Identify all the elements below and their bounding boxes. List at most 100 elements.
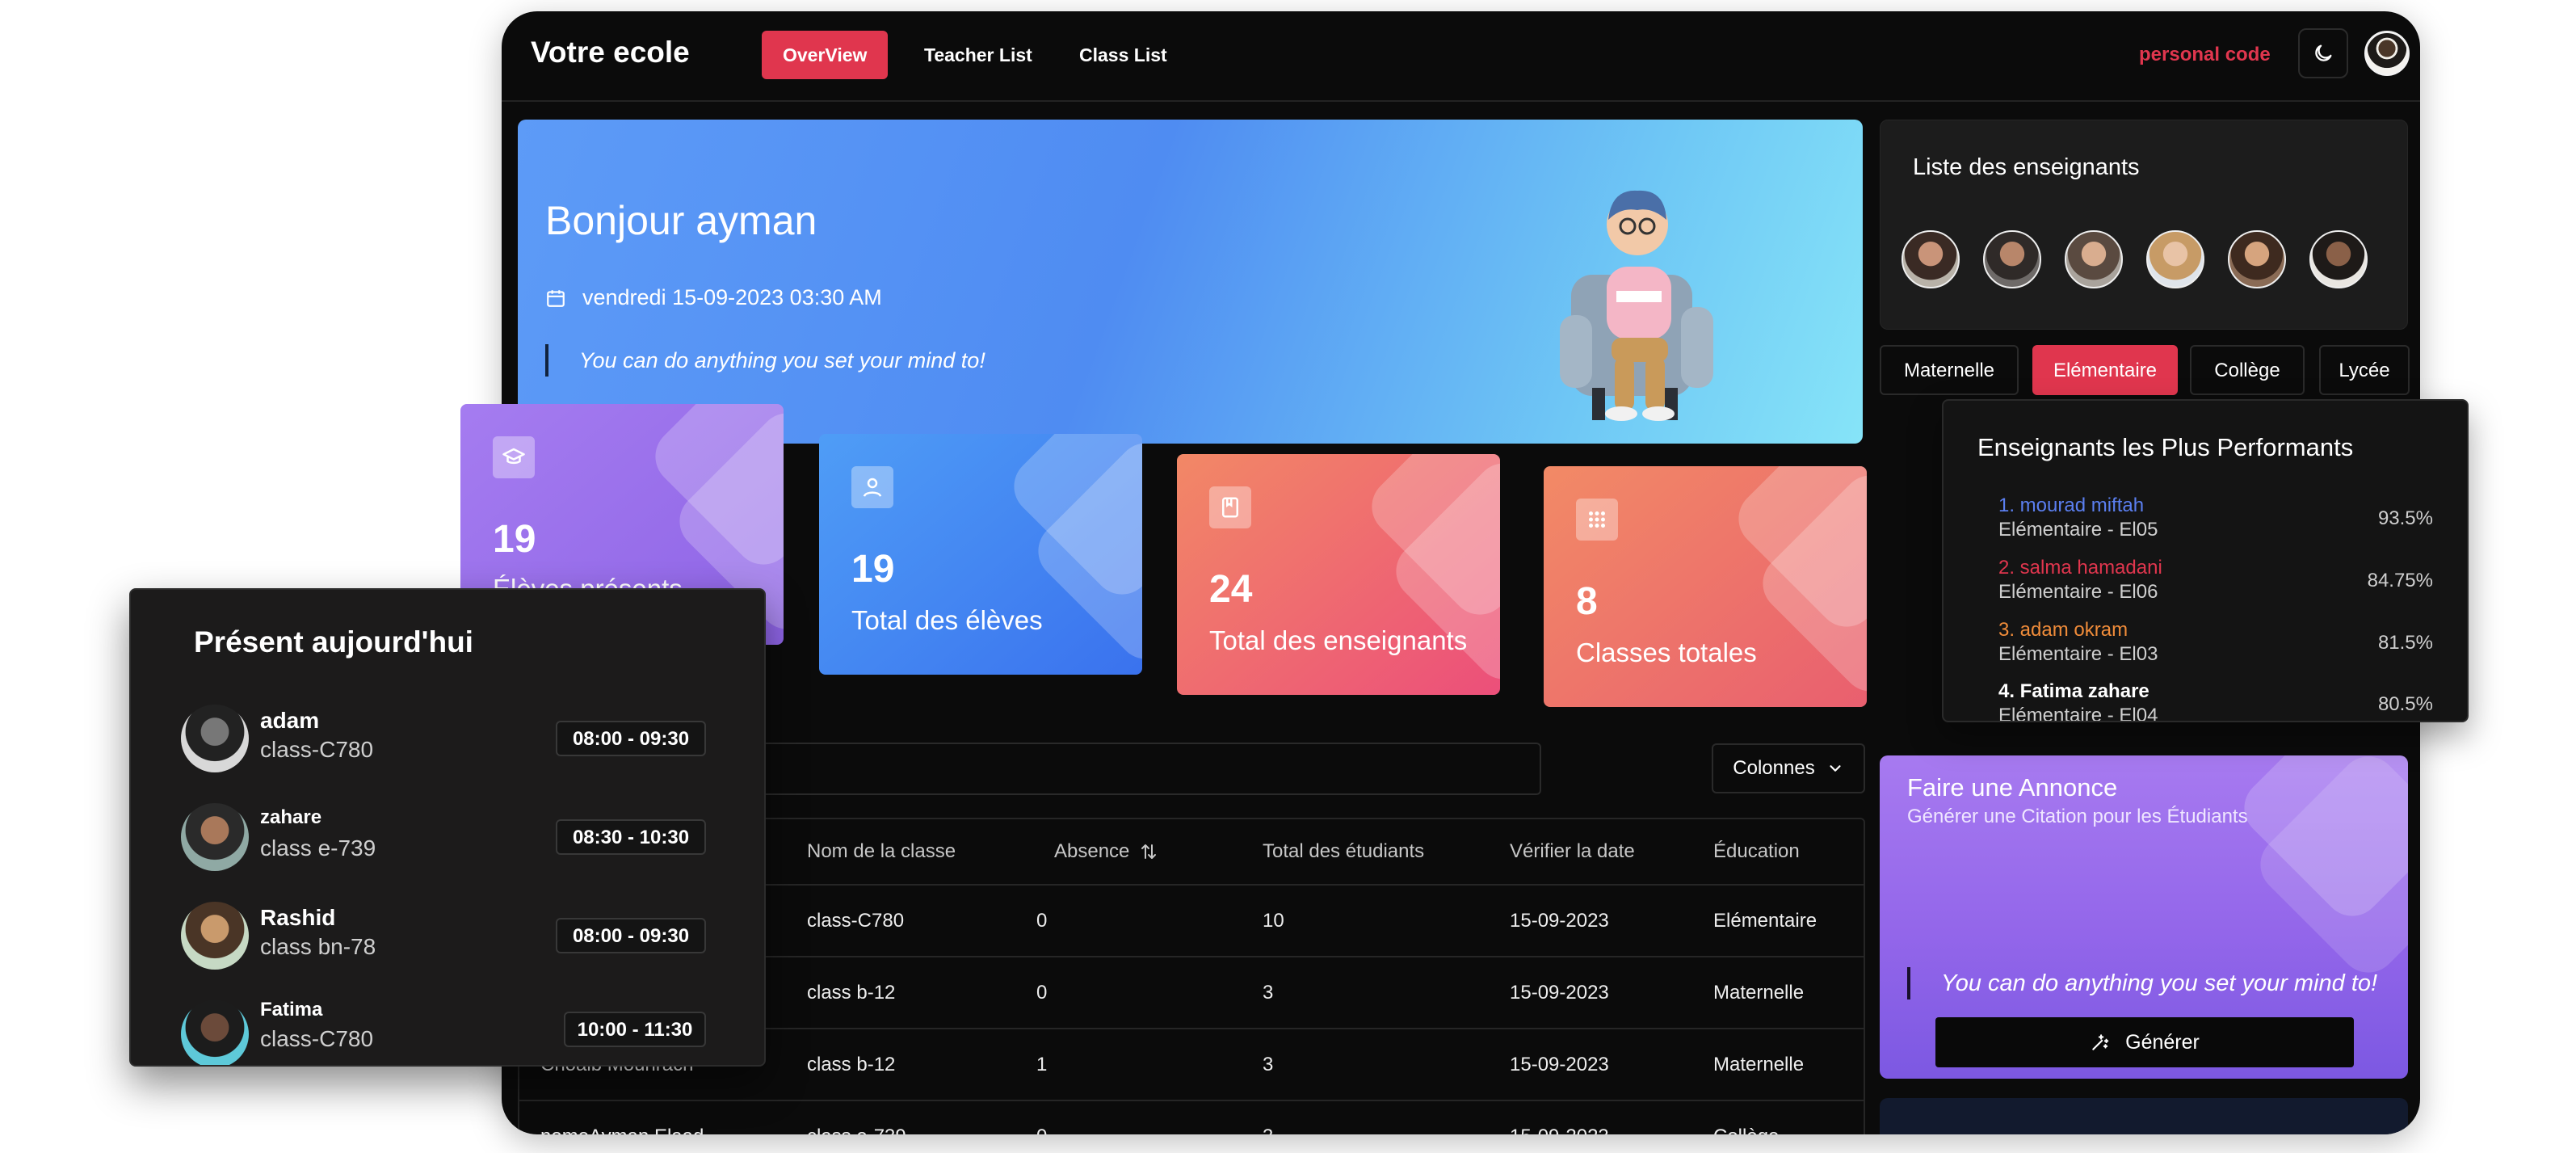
teacher-name: 1. mourad miftah [1998, 494, 2145, 516]
list-item[interactable]: Fatima class-C780 10:00 - 11:30 [181, 997, 706, 1065]
teacher-avatar[interactable] [2146, 230, 2204, 288]
stat-value: 19 [493, 518, 536, 561]
stat-card-total-students: 19 Total des élèves [819, 434, 1142, 675]
cell-total: 3 [1263, 1054, 1274, 1075]
cell-absence: 0 [1036, 1126, 1047, 1134]
tab-college[interactable]: Collège [2190, 345, 2305, 395]
calendar-icon [547, 289, 565, 307]
teacher-name: 2. salma hamadani [1998, 557, 2162, 579]
announcement-quote: You can do anything you set your mind to… [1907, 967, 2377, 999]
cell-class: class b-12 [807, 982, 896, 1004]
cell-education: Elémentaire [1713, 910, 1817, 932]
tab-lycee[interactable]: Lycée [2319, 345, 2410, 395]
nav-teacher-list[interactable]: Teacher List [903, 31, 1053, 79]
student-name: Rashid [260, 905, 336, 930]
cell-education: Collège [1713, 1126, 1779, 1134]
cell-absence: 0 [1036, 982, 1048, 1004]
avatar [181, 803, 249, 871]
time-badge: 08:00 - 09:30 [556, 918, 706, 953]
list-item[interactable]: Rashid class bn-78 08:00 - 09:30 [181, 898, 706, 971]
stat-label: Total des enseignants [1209, 625, 1468, 655]
teachers-list-card: Liste des enseignants [1880, 120, 2408, 330]
welcome-banner: Bonjour ayman vendredi 15-09-2023 03:30 … [518, 120, 1863, 444]
nav-class-list[interactable]: Class List [1058, 31, 1188, 79]
col-education[interactable]: Éducation [1713, 840, 1800, 863]
student-class: class-C780 [260, 1026, 374, 1051]
teacher-score: 93.5% [2377, 507, 2433, 529]
search-input[interactable] [744, 743, 1541, 795]
columns-button[interactable]: Colonnes [1712, 743, 1865, 793]
sparkles-icon [2092, 1034, 2109, 1050]
announcement-subtitle: Générer une Citation pour les Étudiants [1907, 806, 2248, 827]
nav-overview[interactable]: OverView [762, 31, 889, 79]
current-date: vendredi 15-09-2023 03:30 AM [545, 285, 882, 310]
present-today-title: Présent aujourd'hui [194, 625, 473, 659]
cell-total: 3 [1263, 982, 1274, 1004]
announcement-card: Faire une Annonce Générer une Citation p… [1880, 755, 2408, 1079]
list-item[interactable]: zahare class e-739 08:30 - 10:30 [181, 800, 706, 873]
teacher-score: 84.75% [2367, 570, 2433, 591]
student-name: zahare [260, 806, 322, 828]
greeting-title: Bonjour ayman [545, 198, 817, 243]
col-check-date[interactable]: Vérifier la date [1510, 840, 1635, 863]
present-today-panel: Présent aujourd'hui adam class-C780 08:0… [129, 588, 766, 1067]
cell-date: 15-09-2023 [1510, 1126, 1609, 1134]
teacher-name: 3. adam okram [1998, 619, 2128, 641]
cell-student: nomeAyman Elaad [540, 1126, 704, 1134]
teacher-class: Elémentaire - El04 [1998, 705, 2158, 722]
cell-absence: 1 [1036, 1054, 1048, 1075]
cell-class: class b-12 [807, 1054, 896, 1075]
cell-date: 15-09-2023 [1510, 1054, 1609, 1075]
chevron-down-icon [1830, 765, 1841, 772]
student-class: class e-739 [260, 835, 376, 861]
col-absence[interactable]: Absence [1054, 840, 1158, 863]
brand-title: Votre ecole [531, 36, 690, 69]
list-item[interactable]: 3. adam okram Elémentaire - El03 81.5% [1998, 619, 2451, 675]
list-item[interactable]: 2. salma hamadani Elémentaire - El06 84.… [1998, 557, 2451, 613]
cell-class: class e-739 [807, 1126, 906, 1134]
table-row[interactable]: nomeAyman Elaad class e-739 0 3 15-09-20… [519, 1101, 1864, 1134]
col-absence-label: Absence [1054, 840, 1130, 862]
hero-quote: You can do anything you set your mind to… [545, 344, 985, 377]
announcement-title: Faire une Annonce [1907, 773, 2118, 802]
book-icon [1209, 486, 1251, 528]
theme-toggle-button[interactable] [2298, 28, 2348, 78]
cell-absence: 0 [1036, 910, 1048, 932]
student-name: Fatima [260, 999, 323, 1020]
avatar [181, 1000, 249, 1065]
col-class-name[interactable]: Nom de la classe [807, 840, 956, 863]
list-item[interactable]: adam class-C780 08:00 - 09:30 [181, 701, 706, 774]
list-item[interactable]: 1. mourad miftah Elémentaire - El05 93.5… [1998, 494, 2451, 551]
teacher-avatar[interactable] [2065, 230, 2123, 288]
next-card [1880, 1098, 2408, 1134]
user-avatar[interactable] [2364, 31, 2410, 76]
tab-maternelle[interactable]: Maternelle [1880, 345, 2019, 395]
stat-label: Total des élèves [851, 605, 1043, 635]
list-item[interactable]: 4. Fatima zahare Elémentaire - El04 80.5… [1998, 680, 2451, 722]
top-navigation: Votre ecole OverView Teacher List Class … [502, 11, 2420, 102]
stat-card-total-teachers: 24 Total des enseignants [1177, 454, 1500, 695]
stat-label: Classes totales [1576, 638, 1757, 667]
tab-elementaire[interactable]: Elémentaire [2032, 345, 2178, 395]
teacher-avatar[interactable] [1983, 230, 2041, 288]
col-total-students[interactable]: Total des étudiants [1263, 840, 1424, 863]
cell-date: 15-09-2023 [1510, 910, 1609, 932]
teacher-avatar[interactable] [1902, 230, 1960, 288]
teacher-class: Elémentaire - El06 [1998, 581, 2158, 603]
generate-button[interactable]: Générer [1935, 1017, 2354, 1067]
teacher-avatar[interactable] [2228, 230, 2286, 288]
teacher-score: 81.5% [2377, 632, 2433, 654]
grid-icon [1576, 499, 1618, 541]
generate-label: Générer [2125, 1030, 2200, 1054]
stat-value: 24 [1209, 568, 1253, 611]
teacher-avatar[interactable] [2309, 230, 2368, 288]
cell-education: Maternelle [1713, 1054, 1805, 1075]
top-teachers-panel: Enseignants les Plus Performants 1. mour… [1942, 399, 2469, 722]
student-name: adam [260, 708, 320, 733]
moon-icon [2315, 44, 2332, 61]
teacher-score: 80.5% [2377, 693, 2433, 715]
teacher-class: Elémentaire - El03 [1998, 643, 2158, 665]
stat-card-total-classes: 8 Classes totales [1544, 466, 1867, 707]
student-class: class-C780 [260, 737, 374, 762]
personal-code-link[interactable]: personal code [2139, 44, 2271, 66]
